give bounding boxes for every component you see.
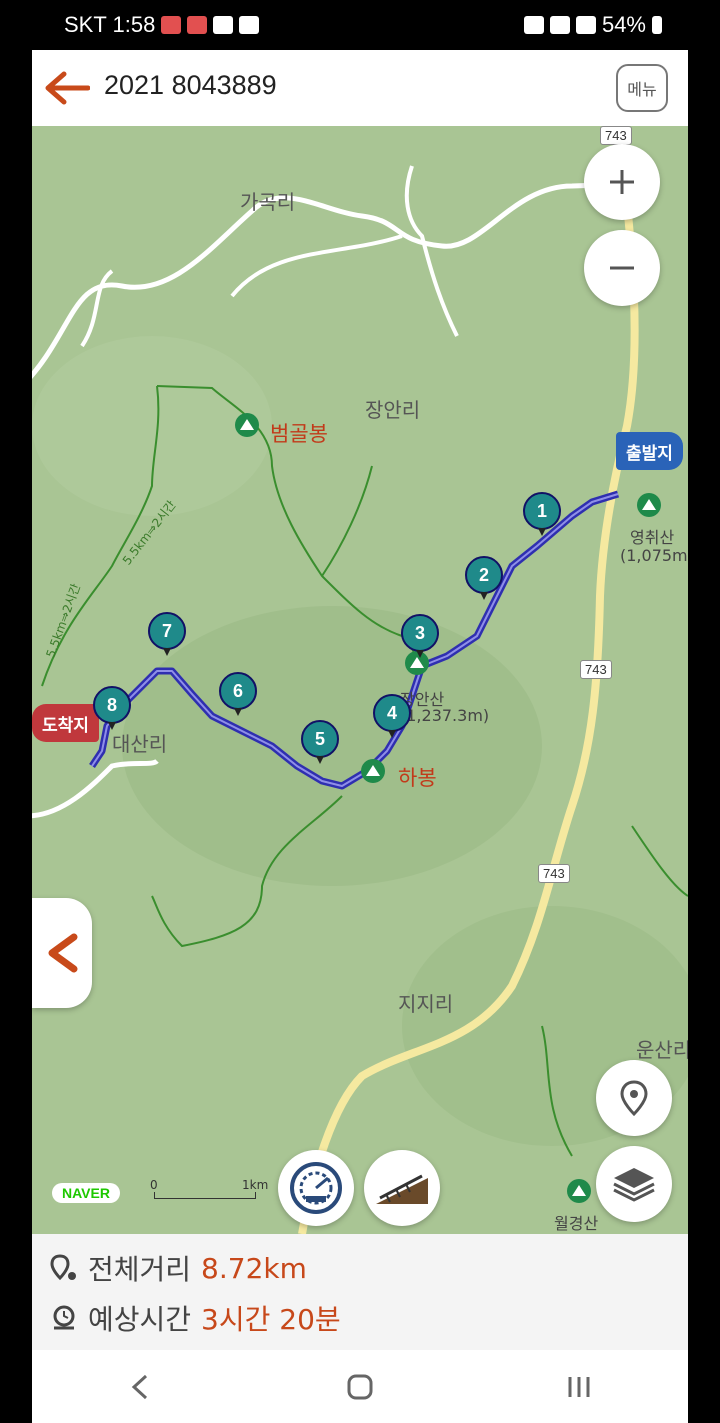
- naver-logo: NAVER: [52, 1183, 120, 1203]
- road-number-badge: 743: [580, 660, 612, 679]
- page-title: 2021 8043889: [104, 70, 277, 100]
- map-scale: 0 1km: [150, 1178, 268, 1202]
- minus-icon: [610, 266, 634, 270]
- road-number-badge: 743: [600, 126, 632, 145]
- status-left: SKT 1:58: [64, 12, 260, 38]
- waypoint-marker[interactable]: 6: [219, 672, 257, 718]
- peak-label: 월경산: [554, 1214, 599, 1233]
- nav-recents-icon[interactable]: [564, 1372, 594, 1402]
- village-label: 장안리: [365, 398, 421, 422]
- clock-icon: [53, 1305, 75, 1330]
- status-right: 54%: [523, 12, 662, 38]
- scale-min-label: 0: [150, 1178, 158, 1192]
- panel-toggle-tab[interactable]: [32, 898, 92, 1008]
- carrier-time: SKT 1:58: [64, 12, 156, 37]
- zoom-out-button[interactable]: [584, 230, 660, 306]
- waypoint-marker[interactable]: 3: [401, 614, 439, 660]
- back-arrow-icon[interactable]: [44, 70, 90, 106]
- elevation-profile-button[interactable]: [364, 1150, 440, 1226]
- time-label: 예상시간: [88, 1303, 192, 1336]
- alarm-icon: [523, 16, 544, 34]
- waypoint-marker[interactable]: 8: [93, 686, 131, 732]
- waypoint-marker[interactable]: 7: [148, 612, 186, 658]
- end-flag[interactable]: 도착지: [32, 704, 99, 742]
- nav-back-icon[interactable]: [126, 1372, 156, 1402]
- mountain-icon: [567, 1179, 591, 1203]
- village-label: 대산리: [112, 732, 168, 756]
- location-pin-icon: [620, 1080, 648, 1116]
- waypoint-marker[interactable]: 5: [301, 720, 339, 766]
- peak-label: 범골봉: [270, 422, 328, 446]
- slope-icon: [376, 1174, 428, 1204]
- waypoint-marker[interactable]: 2: [465, 556, 503, 602]
- nav-home-icon[interactable]: [345, 1372, 375, 1402]
- zoom-in-button[interactable]: [584, 144, 660, 220]
- speedometer-icon: [290, 1162, 342, 1214]
- route-pin-icon: [50, 1254, 76, 1281]
- system-nav-bar: [32, 1350, 688, 1423]
- village-label: 지지리: [398, 992, 454, 1016]
- distance-row: 전체거리 8.72km: [50, 1248, 307, 1288]
- plus-icon: [610, 170, 634, 194]
- map-base-layer: [32, 155, 688, 1234]
- signal-icon: [575, 16, 596, 34]
- status-bar: SKT 1:58 54%: [32, 0, 688, 50]
- mountain-icon: [637, 493, 661, 517]
- mute-icon: [549, 16, 570, 34]
- image-icon: [239, 16, 260, 34]
- app-notification-icon: [187, 16, 208, 34]
- map-view[interactable]: 가곡리 장안리 지지리 운산리 대산리 범골봉 하봉 장안산 (1,237.3m…: [32, 126, 688, 1234]
- app-notification-icon: [161, 16, 182, 34]
- waypoint-marker[interactable]: 1: [523, 492, 561, 538]
- mountain-icon: [361, 759, 385, 783]
- scale-max-label: 1km: [242, 1178, 269, 1192]
- waypoint-marker[interactable]: 4: [373, 694, 411, 740]
- layers-icon: [613, 1168, 655, 1202]
- hiking-icon: [213, 16, 234, 34]
- chevron-left-icon: [48, 933, 78, 973]
- peak-elevation: (1,075m): [620, 546, 688, 565]
- phone-screen: SKT 1:58 54% 2021 8043889 메뉴 가곡리 장안리 지지리…: [32, 0, 688, 1423]
- route-summary: 전체거리 8.72km 예상시간 3시간 20분: [32, 1234, 688, 1350]
- village-label: 가곡리: [240, 190, 296, 214]
- time-value: 3시간 20분: [201, 1303, 341, 1336]
- peak-label: 영취산: [630, 528, 675, 547]
- road-number-badge: 743: [538, 864, 570, 883]
- start-flag[interactable]: 출발지: [616, 432, 683, 470]
- menu-button[interactable]: 메뉴: [616, 64, 668, 112]
- mountain-icon: [235, 413, 259, 437]
- battery-icon: [652, 16, 662, 34]
- village-label: 운산리: [636, 1038, 688, 1062]
- peak-label: 하봉: [398, 766, 437, 790]
- layers-button[interactable]: [596, 1146, 672, 1222]
- peak-elevation: (1,237.3m): [400, 706, 490, 725]
- distance-value: 8.72km: [201, 1251, 307, 1285]
- app-bar: 2021 8043889 메뉴: [32, 50, 688, 127]
- time-row: 예상시간 3시간 20분: [50, 1298, 341, 1338]
- my-location-button[interactable]: [596, 1060, 672, 1136]
- distance-label: 전체거리: [88, 1253, 192, 1286]
- battery-percent: 54%: [601, 12, 646, 37]
- scale-bar: [154, 1192, 256, 1199]
- speedometer-button[interactable]: [278, 1150, 354, 1226]
